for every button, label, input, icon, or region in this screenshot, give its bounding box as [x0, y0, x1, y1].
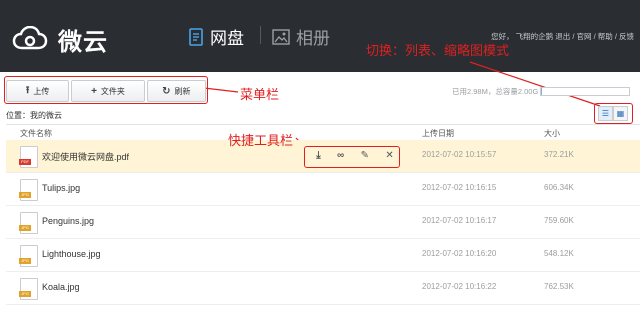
annotation-arrow-switch — [469, 61, 601, 107]
quota-fill — [541, 88, 542, 95]
file-size: 372.21K — [544, 150, 574, 159]
quota-text: 已用2.98M，总容量2.00G — [452, 87, 539, 96]
file-badge: JPG — [19, 192, 31, 198]
jpg-file-icon: JPG — [19, 245, 38, 267]
file-badge: PDF — [19, 159, 31, 165]
header-size[interactable]: 大小 — [544, 128, 560, 139]
annotation-box-menu — [4, 76, 208, 104]
file-size: 762.53K — [544, 282, 574, 291]
file-name[interactable]: Tulips.jpg — [42, 183, 80, 193]
annotation-box-quick — [304, 146, 400, 168]
file-date: 2012-07-02 10:15:57 — [422, 150, 497, 159]
jpg-file-icon: JPG — [19, 212, 38, 234]
table-row[interactable]: JPG Koala.jpg 2012-07-02 10:16:22 762.53… — [6, 272, 640, 305]
annotation-quick-toolbar: 快捷工具栏 — [228, 133, 294, 148]
file-date: 2012-07-02 10:16:17 — [422, 216, 497, 225]
file-size: 548.12K — [544, 249, 574, 258]
file-name[interactable]: Koala.jpg — [42, 282, 80, 292]
jpg-file-icon: JPG — [19, 179, 38, 201]
table-row[interactable]: JPG Tulips.jpg 2012-07-02 10:16:15 606.3… — [6, 173, 640, 206]
annotation-box-switch — [594, 103, 633, 124]
table-row[interactable]: JPG Lighthouse.jpg 2012-07-02 10:16:20 5… — [6, 239, 640, 272]
pdf-file-icon: PDF — [19, 146, 38, 168]
table-row[interactable]: JPG Penguins.jpg 2012-07-02 10:16:17 759… — [6, 206, 640, 239]
breadcrumb: 位置：我的微云 — [6, 111, 62, 120]
file-date: 2012-07-02 10:16:22 — [422, 282, 497, 291]
header-name[interactable]: 文件名称 — [20, 128, 52, 139]
annotation-arrow-menu — [203, 87, 239, 93]
file-date: 2012-07-02 10:16:20 — [422, 249, 497, 258]
header-date[interactable]: 上传日期 — [422, 128, 454, 139]
file-badge: JPG — [19, 291, 31, 297]
file-name[interactable]: Penguins.jpg — [42, 216, 94, 226]
file-badge: JPG — [19, 225, 31, 231]
file-size: 606.34K — [544, 183, 574, 192]
file-size: 759.60K — [544, 216, 574, 225]
file-badge: JPG — [19, 258, 31, 264]
annotation-menu-bar: 菜单栏 — [240, 87, 280, 102]
table-header: 文件名称 上传日期 大小 — [6, 124, 640, 141]
file-date: 2012-07-02 10:16:15 — [422, 183, 497, 192]
quota-bar — [540, 87, 630, 96]
jpg-file-icon: JPG — [19, 278, 38, 300]
file-name[interactable]: 欢迎使用微云网盘.pdf — [42, 150, 129, 163]
file-name[interactable]: Lighthouse.jpg — [42, 249, 101, 259]
